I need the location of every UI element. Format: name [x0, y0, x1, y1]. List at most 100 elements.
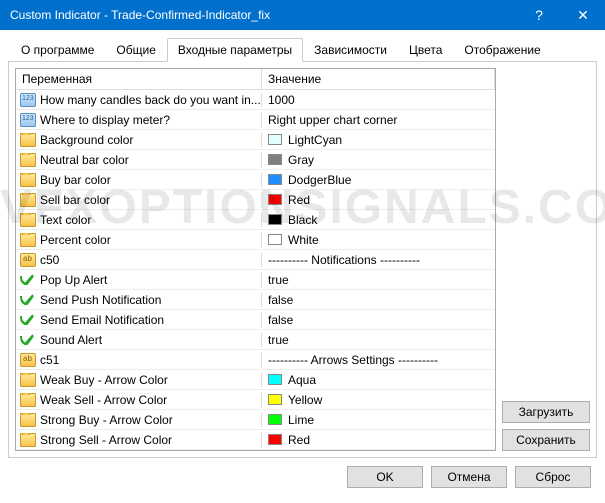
- param-value-cell[interactable]: LightCyan: [262, 133, 495, 147]
- table-row[interactable]: Weak Sell - Arrow ColorYellow: [16, 390, 495, 410]
- param-name-cell[interactable]: Background color: [16, 133, 262, 147]
- param-name-cell[interactable]: Weak Buy - Arrow Color: [16, 373, 262, 387]
- col-header-variable[interactable]: Переменная: [16, 69, 262, 89]
- table-row[interactable]: Send Push Notification false: [16, 290, 495, 310]
- param-name: Send Email Notification: [40, 313, 164, 327]
- cancel-button[interactable]: Отмена: [431, 466, 507, 488]
- color-swatch: [268, 194, 282, 205]
- param-name: Neutral bar color: [40, 153, 129, 167]
- table-row[interactable]: Neutral bar color Gray: [16, 150, 495, 170]
- param-name-cell[interactable]: Text color: [16, 213, 262, 227]
- param-name-cell[interactable]: Send Email Notification: [16, 313, 262, 327]
- color-swatch: [268, 434, 282, 445]
- param-value-cell[interactable]: false: [262, 293, 495, 307]
- param-value: Right upper chart corner: [268, 113, 397, 127]
- param-name-cell[interactable]: Buy bar color: [16, 173, 262, 187]
- param-name-cell[interactable]: c50: [16, 253, 262, 267]
- tab-dependencies[interactable]: Зависимости: [303, 38, 398, 61]
- param-name-cell[interactable]: Percent color: [16, 233, 262, 247]
- tab-display[interactable]: Отображение: [453, 38, 551, 61]
- bool-icon: [20, 313, 36, 327]
- bool-icon: [20, 293, 36, 307]
- tab-inputs[interactable]: Входные параметры: [167, 38, 303, 62]
- param-value-cell[interactable]: Right upper chart corner: [262, 113, 495, 127]
- table-row[interactable]: Buy bar color DodgerBlue: [16, 170, 495, 190]
- param-value: ---------- Arrows Settings ----------: [268, 353, 438, 367]
- color-icon: [20, 433, 36, 447]
- param-name: Buy bar color: [40, 173, 111, 187]
- param-value-cell[interactable]: 1000: [262, 93, 495, 107]
- table-row[interactable]: Text color Black: [16, 210, 495, 230]
- param-value-cell[interactable]: Aqua: [262, 373, 495, 387]
- ok-button[interactable]: OK: [347, 466, 423, 488]
- param-value-cell[interactable]: Red: [262, 433, 495, 447]
- table-row[interactable]: Weak Buy - Arrow Color Aqua: [16, 370, 495, 390]
- color-swatch: [268, 374, 282, 385]
- bool-icon: [20, 273, 36, 287]
- table-row[interactable]: Sell bar color Red: [16, 190, 495, 210]
- param-name-cell[interactable]: Weak Sell - Arrow Color: [16, 393, 262, 407]
- param-name: Text color: [40, 213, 91, 227]
- param-name: Strong Sell - Arrow Color: [40, 433, 172, 447]
- save-button[interactable]: Сохранить: [502, 429, 590, 451]
- table-row[interactable]: Strong Sell - Arrow Color Red: [16, 430, 495, 450]
- client-area: О программе Общие Входные параметры Зави…: [0, 30, 605, 498]
- param-value: DodgerBlue: [288, 173, 351, 187]
- param-name-cell[interactable]: Sound Alert: [16, 333, 262, 347]
- param-name-cell[interactable]: Strong Buy - Arrow Color: [16, 413, 262, 427]
- param-value: LightCyan: [288, 133, 342, 147]
- close-button[interactable]: ✕: [561, 0, 605, 30]
- param-name-cell[interactable]: How many candles back do you want in...: [16, 93, 262, 107]
- param-name-cell[interactable]: Send Push Notification: [16, 293, 262, 307]
- tab-common[interactable]: Общие: [105, 38, 166, 61]
- table-row[interactable]: c50---------- Notifications ----------: [16, 250, 495, 270]
- help-button[interactable]: ?: [517, 0, 561, 30]
- reset-button[interactable]: Сброс: [515, 466, 591, 488]
- bool-icon: [20, 333, 36, 347]
- param-value: false: [268, 293, 293, 307]
- tab-about[interactable]: О программе: [10, 38, 105, 61]
- param-value: White: [288, 233, 319, 247]
- table-row[interactable]: c51 ---------- Arrows Settings ----------: [16, 350, 495, 370]
- param-value-cell[interactable]: Yellow: [262, 393, 495, 407]
- side-buttons: Загрузить Сохранить: [502, 68, 590, 451]
- table-row[interactable]: Strong Buy - Arrow ColorLime: [16, 410, 495, 430]
- param-value-cell[interactable]: DodgerBlue: [262, 173, 495, 187]
- param-value-cell[interactable]: ---------- Notifications ----------: [262, 253, 495, 267]
- param-name-cell[interactable]: Strong Sell - Arrow Color: [16, 433, 262, 447]
- param-value-cell[interactable]: Gray: [262, 153, 495, 167]
- table-row[interactable]: Sound Alert true: [16, 330, 495, 350]
- param-name: Sound Alert: [40, 333, 102, 347]
- dialog-footer: OK Отмена Сброс: [8, 458, 597, 488]
- color-swatch: [268, 234, 282, 245]
- table-row[interactable]: Background color LightCyan: [16, 130, 495, 150]
- param-name-cell[interactable]: Where to display meter?: [16, 113, 262, 127]
- param-value-cell[interactable]: ---------- Arrows Settings ----------: [262, 353, 495, 367]
- param-name-cell[interactable]: Neutral bar color: [16, 153, 262, 167]
- param-name: Sell bar color: [40, 193, 110, 207]
- param-value-cell[interactable]: White: [262, 233, 495, 247]
- table-row[interactable]: Pop Up Alerttrue: [16, 270, 495, 290]
- param-value-cell[interactable]: true: [262, 333, 495, 347]
- col-header-value[interactable]: Значение: [262, 69, 495, 89]
- color-icon: [20, 233, 36, 247]
- param-name: Weak Buy - Arrow Color: [40, 373, 168, 387]
- table-row[interactable]: Send Email Notification false: [16, 310, 495, 330]
- param-value: Red: [288, 193, 310, 207]
- param-name: Send Push Notification: [40, 293, 161, 307]
- param-value-cell[interactable]: true: [262, 273, 495, 287]
- table-row[interactable]: Where to display meter? Right upper chart…: [16, 110, 495, 130]
- color-swatch: [268, 214, 282, 225]
- param-value-cell[interactable]: Red: [262, 193, 495, 207]
- param-value-cell[interactable]: false: [262, 313, 495, 327]
- param-value-cell[interactable]: Lime: [262, 413, 495, 427]
- param-name-cell[interactable]: c51: [16, 353, 262, 367]
- param-value-cell[interactable]: Black: [262, 213, 495, 227]
- tab-colors[interactable]: Цвета: [398, 38, 453, 61]
- table-row[interactable]: Percent color White: [16, 230, 495, 250]
- param-name-cell[interactable]: Sell bar color: [16, 193, 262, 207]
- param-name-cell[interactable]: Pop Up Alert: [16, 273, 262, 287]
- table-row[interactable]: How many candles back do you want in...1…: [16, 90, 495, 110]
- string-icon: [20, 353, 36, 367]
- load-button[interactable]: Загрузить: [502, 401, 590, 423]
